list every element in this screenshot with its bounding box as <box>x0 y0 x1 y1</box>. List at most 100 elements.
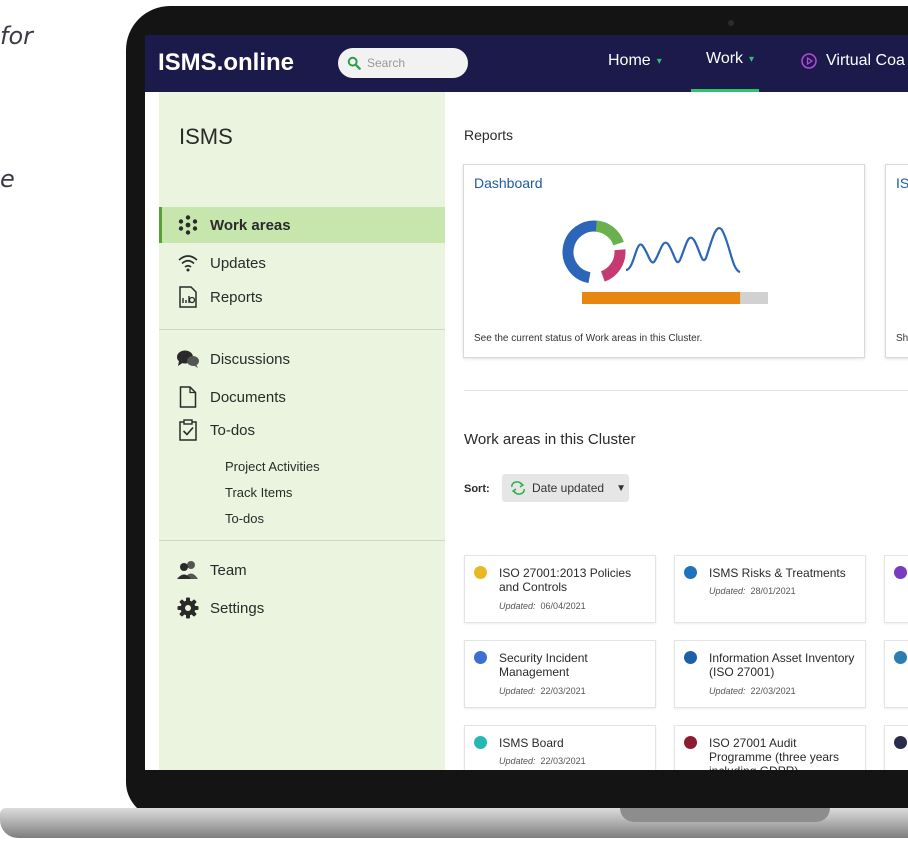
board-icon <box>474 736 487 749</box>
audit-icon <box>684 736 697 749</box>
sidebar-item-label: Settings <box>210 599 265 617</box>
background-text-line2: e <box>0 165 15 193</box>
work-areas-heading: Work areas in this Cluster <box>464 431 636 448</box>
document-icon <box>176 385 200 409</box>
globe-icon <box>684 566 697 579</box>
sidebar-item-label: Updates <box>210 254 266 272</box>
updated-label: Updated: <box>709 686 746 696</box>
second-card-title[interactable]: IS <box>896 175 908 191</box>
work-area-title: ISO 27001:2013 Policies and Controls <box>499 566 632 594</box>
section-divider <box>464 390 908 391</box>
dashboard-illustration <box>562 220 768 304</box>
sidebar-divider <box>159 540 445 541</box>
sidebar-item-settings[interactable]: Settings <box>159 590 445 626</box>
refresh-icon <box>511 481 525 495</box>
sidebar-item-label: To-dos <box>210 421 256 439</box>
updated-date: 22/03/2021 <box>540 756 586 766</box>
asset-icon <box>684 651 697 664</box>
updated-date: 28/01/2021 <box>750 586 796 596</box>
work-area-title: Information Asset Inventory (ISO 27001) <box>709 651 855 679</box>
search-box[interactable] <box>338 48 468 78</box>
nav-work-label: Work <box>706 50 744 67</box>
sort-label: Sort: <box>464 483 490 495</box>
sidebar-item-todos[interactable]: To-dos <box>159 412 445 448</box>
wifi-icon <box>176 251 200 275</box>
app-screen: ISMS.online Home ▾ Work ▾ Virtual Coa IS <box>145 35 908 770</box>
dashboard-card-title[interactable]: Dashboard <box>474 175 543 191</box>
sidebar-item-label: Discussions <box>210 350 291 368</box>
search-input[interactable] <box>365 55 459 71</box>
sidebar-item-updates[interactable]: Updates <box>159 245 445 281</box>
nav-home[interactable]: Home ▾ <box>608 52 662 70</box>
updated-label: Updated: <box>709 586 746 596</box>
incident-icon <box>474 651 487 664</box>
nav-virtual-coach[interactable]: Virtual Coa <box>801 52 905 70</box>
sidebar-item-documents[interactable]: Documents <box>159 379 445 415</box>
sidebar-item-team[interactable]: Team <box>159 552 445 588</box>
sidebar-title: ISMS <box>179 124 233 149</box>
progress-bar-fill <box>582 292 741 304</box>
policies-icon <box>474 566 487 579</box>
updated-label: Updated: <box>499 686 536 696</box>
work-area-card-partial[interactable] <box>884 640 908 708</box>
globe-icon <box>894 566 907 579</box>
network-icon <box>894 651 907 664</box>
work-area-updated: Updated: 28/01/2021 <box>709 586 796 596</box>
sort-dropdown[interactable]: Date updated ▼ <box>502 474 629 502</box>
sidebar-item-discussions[interactable]: Discussions <box>159 341 445 377</box>
work-area-card[interactable]: ISO 27001 Audit Programme (three years i… <box>674 725 866 770</box>
sidebar-subitem-todos[interactable]: To-dos <box>225 511 264 526</box>
work-area-card[interactable]: ISMS Board Updated: 22/03/2021 <box>464 725 656 770</box>
work-area-updated: Updated: 22/03/2021 <box>499 756 586 766</box>
dots-grid-icon <box>176 213 200 237</box>
updated-date: 22/03/2021 <box>750 686 796 696</box>
work-area-updated: Updated: 22/03/2021 <box>499 686 586 696</box>
work-area-title: ISO 27001 Audit Programme (three years i… <box>709 736 840 770</box>
sidebar-item-label: Team <box>210 561 247 579</box>
chevron-down-icon: ▾ <box>656 55 662 67</box>
nav-work[interactable]: Work ▾ <box>706 50 754 68</box>
sidebar-item-reports[interactable]: Reports <box>159 279 445 315</box>
dashboard-card-description: See the current status of Work areas in … <box>474 333 703 344</box>
background-text-line1: for <box>0 22 33 50</box>
team-icon <box>176 558 200 582</box>
sort-value: Date updated <box>532 481 605 495</box>
chevron-down-icon: ▾ <box>749 53 755 65</box>
second-report-card[interactable]: IS Sh <box>885 164 908 358</box>
sidebar-item-label: Work areas <box>210 216 291 234</box>
sidebar-subitem-project-activities[interactable]: Project Activities <box>225 459 320 474</box>
app-logo[interactable]: ISMS.online <box>158 49 294 77</box>
chat-bubbles-icon <box>176 347 200 371</box>
work-area-card-partial[interactable] <box>884 725 908 770</box>
sidebar-divider <box>159 329 445 330</box>
work-area-title: ISMS Board <box>499 736 564 750</box>
main-content: Reports Dashboard See the current status… <box>445 92 908 770</box>
work-area-card[interactable]: Information Asset Inventory (ISO 27001) … <box>674 640 866 708</box>
nav-home-label: Home <box>608 52 651 69</box>
sidebar-item-label: Documents <box>210 388 286 406</box>
sidebar-subitem-track-items[interactable]: Track Items <box>225 485 292 500</box>
work-area-card[interactable]: ISO 27001:2013 Policies and Controls Upd… <box>464 555 656 623</box>
report-icon <box>176 285 200 309</box>
play-circle-icon <box>801 53 817 69</box>
updated-date: 06/04/2021 <box>540 601 586 611</box>
sidebar-item-work-areas[interactable]: Work areas <box>159 207 445 243</box>
updated-date: 22/03/2021 <box>540 686 586 696</box>
sidebar-item-label: Reports <box>210 288 263 306</box>
second-card-description: Sh <box>896 333 908 344</box>
laptop-camera <box>728 20 734 26</box>
work-area-updated: Updated: 22/03/2021 <box>709 686 796 696</box>
work-area-title: Security Incident Management <box>499 651 588 679</box>
gear-icon <box>176 596 200 620</box>
reports-heading: Reports <box>464 127 514 143</box>
search-icon <box>347 56 361 70</box>
top-nav-bar: ISMS.online Home ▾ Work ▾ Virtual Coa <box>145 35 908 92</box>
work-area-card[interactable]: ISMS Risks & Treatments Updated: 28/01/2… <box>674 555 866 623</box>
laptop-base-notch <box>620 808 830 822</box>
work-area-card-partial[interactable] <box>884 555 908 623</box>
globe-icon <box>894 736 907 749</box>
work-area-card[interactable]: Security Incident Management Updated: 22… <box>464 640 656 708</box>
work-area-updated: Updated: 06/04/2021 <box>499 601 586 611</box>
chevron-down-icon: ▼ <box>616 482 626 494</box>
dashboard-card[interactable]: Dashboard See the current status of Work… <box>463 164 865 358</box>
